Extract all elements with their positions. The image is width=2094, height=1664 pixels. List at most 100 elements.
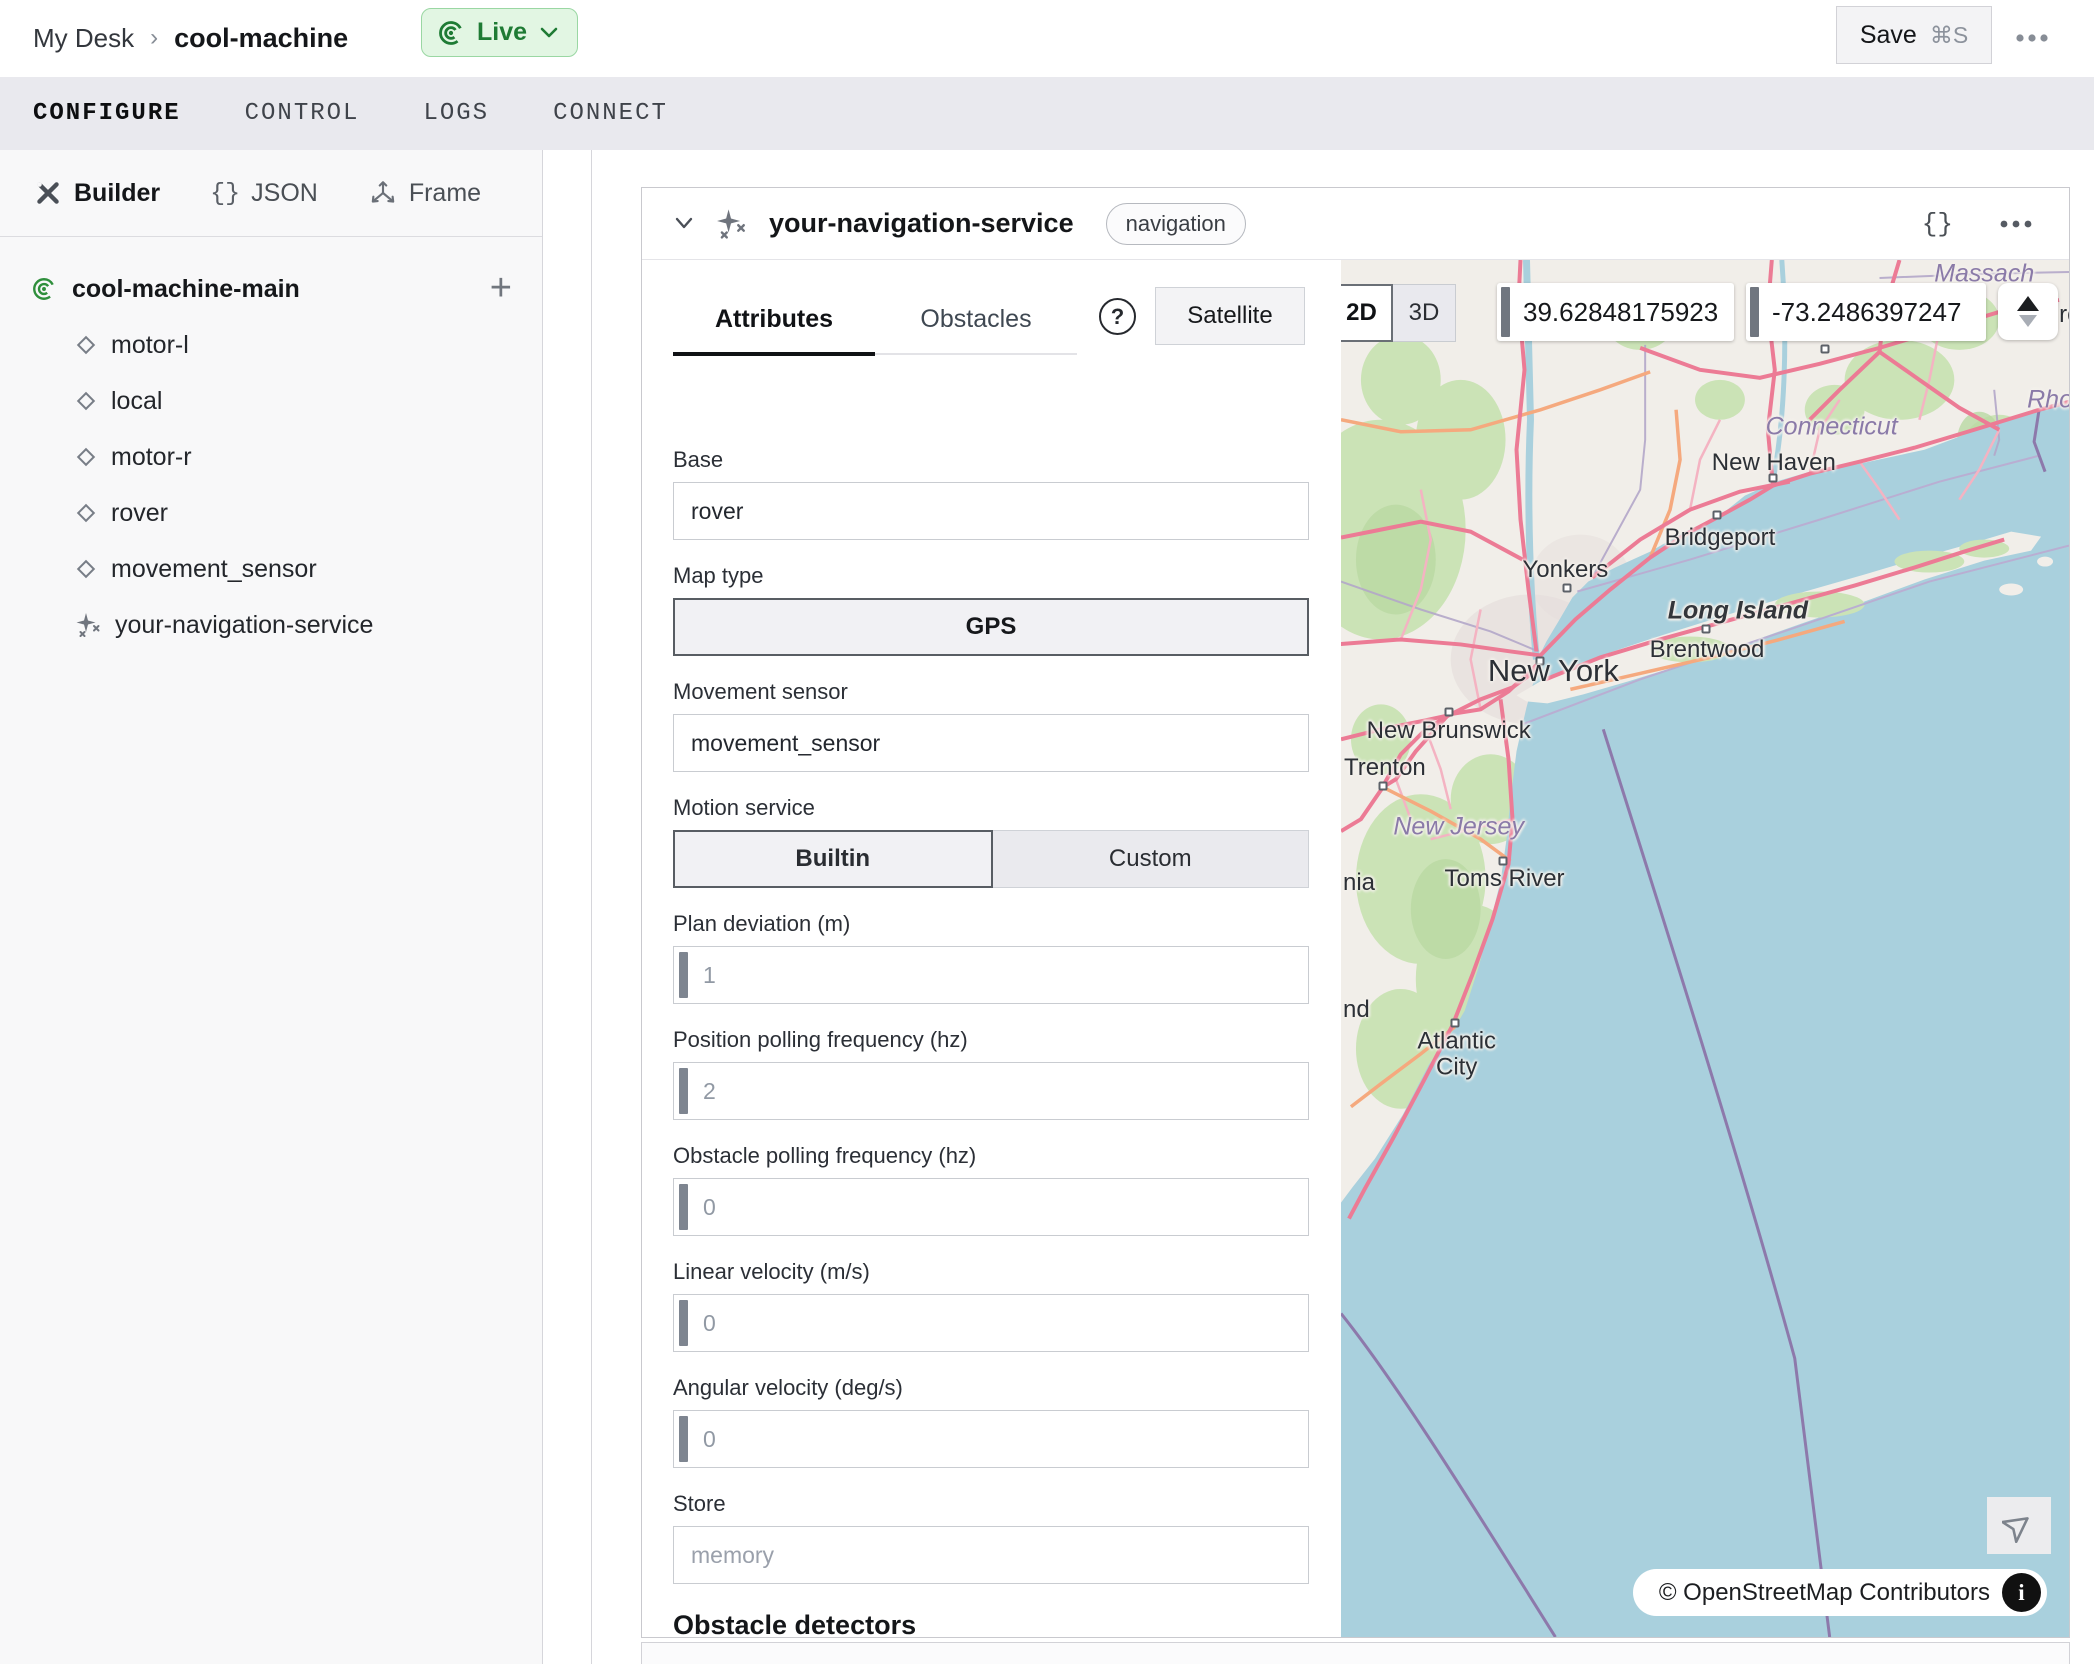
chevron-down-icon (539, 26, 559, 40)
number-drag-handle[interactable] (679, 952, 688, 998)
tab-logs[interactable]: LOGS (423, 100, 489, 127)
view-mode-2d-button[interactable]: 2D (1341, 284, 1393, 342)
number-drag-handle[interactable] (679, 1416, 688, 1462)
tree-item-label: rover (111, 499, 168, 528)
diamond-icon (74, 333, 98, 357)
satellite-toggle-button[interactable]: Satellite (1155, 287, 1305, 345)
field-label: Linear velocity (m/s) (673, 1258, 1309, 1286)
gps-button[interactable]: GPS (673, 598, 1309, 656)
field-label: Motion service (673, 794, 1309, 822)
save-button[interactable]: Save ⌘S (1836, 6, 1992, 64)
field-group: Position polling frequency (hz) 2 (673, 1026, 1309, 1120)
tree-item-motor-l[interactable]: motor-l (0, 317, 542, 373)
mode-tab-label: Builder (74, 179, 160, 208)
mode-tab-builder[interactable]: Builder (33, 178, 160, 208)
field-label: Base (673, 446, 1309, 474)
sidebar-mode-tabs: Builder {} JSON Frame (0, 150, 542, 237)
card-menu-button[interactable] (1999, 219, 2039, 229)
tree-item-movement_sensor[interactable]: movement_sensor (0, 541, 542, 597)
card-tab-obstacles[interactable]: Obstacles (875, 287, 1077, 356)
field-label: Movement sensor (673, 678, 1309, 706)
tools-icon (33, 178, 63, 208)
braces-icon: {} (210, 179, 240, 208)
tree-item-motor-r[interactable]: motor-r (0, 429, 542, 485)
tree-item-rover[interactable]: rover (0, 485, 542, 541)
breadcrumb: My Desk › cool-machine (33, 0, 348, 77)
diamond-icon (74, 389, 98, 413)
latitude-input[interactable]: 39.62848175923 (1497, 283, 1734, 341)
ellipsis-icon (1999, 219, 2039, 229)
field-value: 0 (703, 1310, 716, 1337)
tree-item-your-navigation-service[interactable]: your-navigation-service (0, 597, 542, 653)
view-mode-3d-button[interactable]: 3D (1392, 284, 1456, 342)
viam-configure-page: My Desk › cool-machine Live Save ⌘S (0, 0, 2094, 1664)
info-icon[interactable]: i (2002, 1573, 2041, 1612)
field-label: Position polling frequency (hz) (673, 1026, 1309, 1054)
step-down-icon[interactable] (2019, 315, 2037, 327)
field-label: Obstacle polling frequency (hz) (673, 1142, 1309, 1170)
number-drag-handle[interactable] (679, 1300, 688, 1346)
attribute-fields: Base rover Map typeGPS Movement sensor movem… (673, 446, 1309, 1641)
mode-tab-json[interactable]: {} JSON (210, 179, 318, 208)
field-value: rover (691, 498, 743, 525)
linear-velocity-m-s--input[interactable]: 0 (673, 1294, 1309, 1352)
tab-configure[interactable]: CONFIGURE (33, 100, 181, 127)
tree-root-label: cool-machine-main (72, 275, 300, 304)
obstacle-polling-frequency-hz--input[interactable]: 0 (673, 1178, 1309, 1236)
segment-custom[interactable]: Custom (992, 830, 1310, 888)
help-icon[interactable]: ? (1099, 298, 1136, 335)
base-input[interactable]: rover (673, 482, 1309, 540)
plan-deviation-m--input[interactable]: 1 (673, 946, 1309, 1004)
tree-item-local[interactable]: local (0, 373, 542, 429)
breadcrumb-parent[interactable]: My Desk (33, 23, 134, 54)
navigation-arrow-icon (2002, 1509, 2036, 1543)
field-label: Store (673, 1490, 1309, 1518)
card-tab-attributes[interactable]: Attributes (673, 287, 875, 356)
number-drag-handle[interactable] (679, 1068, 688, 1114)
field-group: Map typeGPS (673, 562, 1309, 656)
save-shortcut-hint: ⌘S (1930, 22, 1968, 49)
save-button-label: Save (1860, 21, 1917, 50)
add-component-button[interactable]: + (490, 269, 512, 307)
tree-item-label: local (111, 387, 162, 416)
movement-sensor-input[interactable]: movement_sensor (673, 714, 1309, 772)
tab-connect[interactable]: CONNECT (553, 100, 668, 127)
city-marker (1820, 344, 1829, 353)
field-value: 1 (703, 962, 716, 989)
live-status-dropdown[interactable]: Live (421, 8, 578, 57)
code-braces-icon[interactable]: {} (1922, 209, 1953, 239)
attributes-form-column: AttributesObstacles ? Satellite Base rove… (642, 260, 1341, 1637)
overflow-menu-button[interactable] (2012, 22, 2064, 54)
attribution-text[interactable]: © OpenStreetMap Contributors (1659, 1579, 1990, 1607)
longitude-input[interactable]: -73.2486397247 (1746, 283, 1986, 341)
top-bar: My Desk › cool-machine Live Save ⌘S (0, 0, 2094, 77)
collapse-chevron-icon[interactable] (672, 215, 696, 233)
angular-velocity-deg-s--input[interactable]: 0 (673, 1410, 1309, 1468)
mode-tab-frame[interactable]: Frame (368, 178, 481, 208)
segment-builtin[interactable]: Builtin (673, 830, 993, 888)
city-marker (1450, 1018, 1459, 1027)
city-marker (1712, 510, 1721, 519)
mode-tab-label: Frame (409, 179, 481, 208)
zoom-stepper[interactable] (1998, 283, 2058, 340)
openstreetmap-basemap (1341, 260, 2069, 1637)
mode-tab-label: JSON (251, 179, 318, 208)
ellipsis-icon (2015, 33, 2061, 43)
tab-control[interactable]: CONTROL (245, 100, 360, 127)
locate-button[interactable] (1987, 1497, 2051, 1554)
longitude-drag-handle[interactable] (1750, 287, 1759, 337)
tree-item-label: movement_sensor (111, 555, 317, 584)
tree-root-cool-machine-main[interactable]: cool-machine-main + (0, 261, 542, 317)
navigation-map[interactable]: MassachProRhodConnecticutNew HavenBridge… (1341, 260, 2069, 1637)
store-input[interactable]: memory (673, 1526, 1309, 1584)
position-polling-frequency-hz--input[interactable]: 2 (673, 1062, 1309, 1120)
latitude-drag-handle[interactable] (1501, 287, 1510, 337)
next-card-edge (641, 1642, 2070, 1664)
sparkle-icon (714, 207, 748, 241)
sparkle-icon (74, 611, 102, 639)
city-marker (1498, 857, 1507, 866)
number-drag-handle[interactable] (679, 1184, 688, 1230)
step-up-icon[interactable] (2017, 296, 2039, 311)
field-group: Movement sensor movement_sensor (673, 678, 1309, 772)
city-marker (1563, 583, 1572, 592)
